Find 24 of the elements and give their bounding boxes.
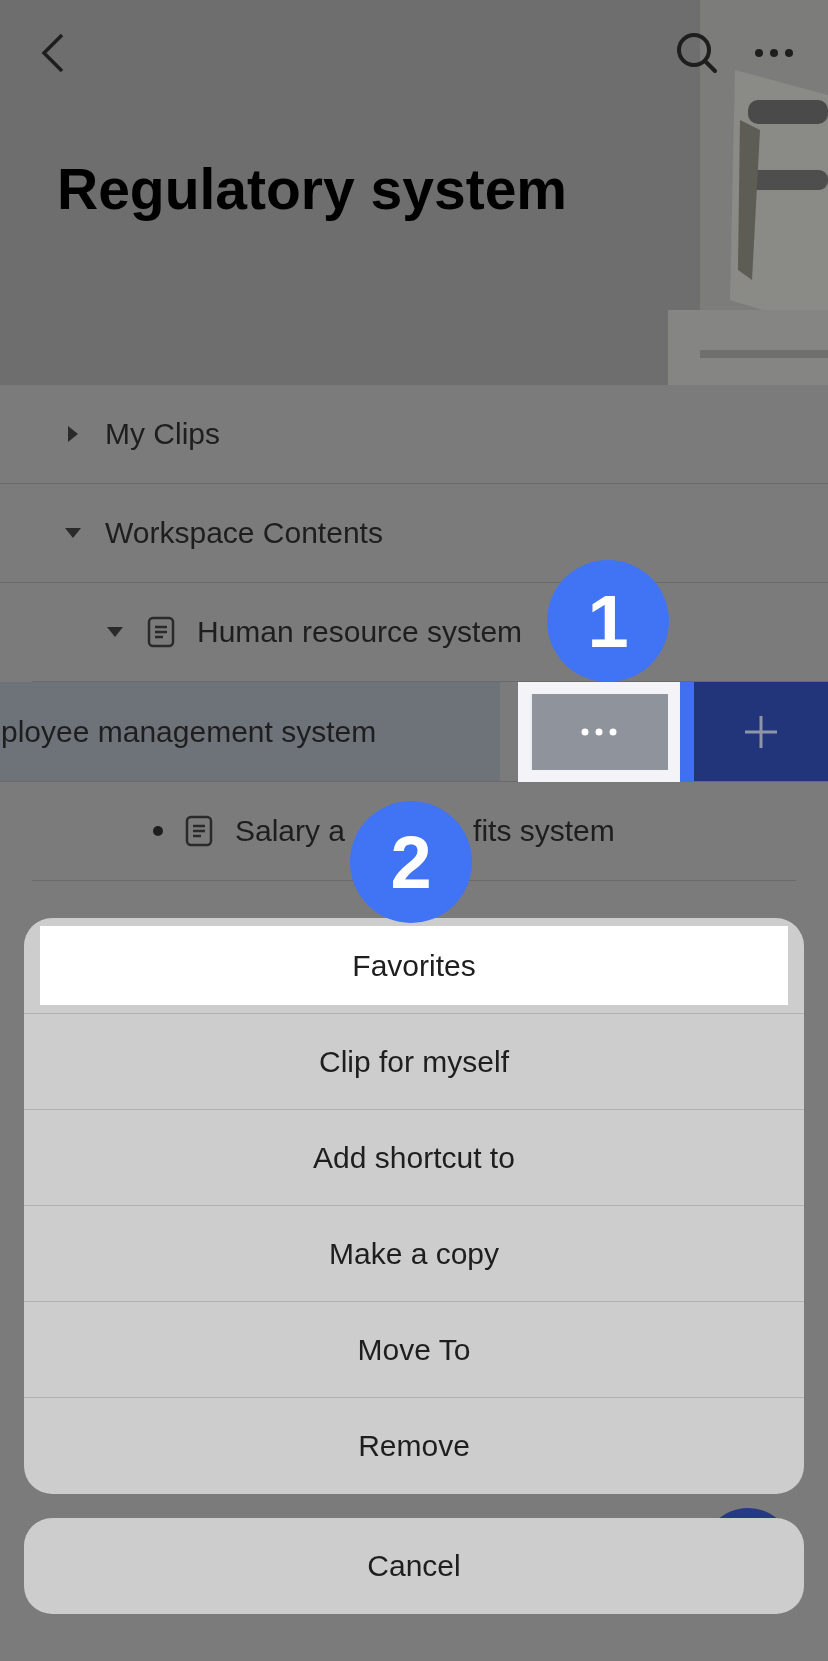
more-button[interactable] <box>518 682 680 782</box>
back-icon[interactable] <box>40 33 64 73</box>
tree-item-label[interactable]: Human resource system <box>197 615 523 649</box>
menu-item[interactable]: Favorites <box>40 926 788 1005</box>
tree-item-label[interactable]: Workspace Contents <box>105 516 383 550</box>
document-icon <box>185 815 213 847</box>
cancel-button[interactable]: Cancel <box>24 1518 804 1614</box>
more-icon[interactable] <box>754 48 794 58</box>
tree-item-label[interactable]: fits system <box>473 814 615 848</box>
tree-item-label[interactable]: My Clips <box>105 417 220 451</box>
document-icon <box>147 616 175 648</box>
menu-item[interactable]: Move To <box>24 1302 804 1398</box>
search-icon[interactable] <box>676 32 718 74</box>
page-title: Regulatory system <box>57 156 568 222</box>
menu-item[interactable]: Make a copy <box>24 1206 804 1302</box>
bullet-icon <box>153 826 163 836</box>
tree-item-label[interactable]: Salary a <box>235 814 346 848</box>
menu-item[interactable]: Clip for myself <box>24 1014 804 1110</box>
step-badge: 2 <box>350 801 472 923</box>
menu-item[interactable]: Add shortcut to <box>24 1110 804 1206</box>
menu-item[interactable]: Remove <box>24 1398 804 1494</box>
plus-icon <box>744 714 778 749</box>
more-icon <box>581 728 617 736</box>
step-badge: 1 <box>547 560 669 682</box>
